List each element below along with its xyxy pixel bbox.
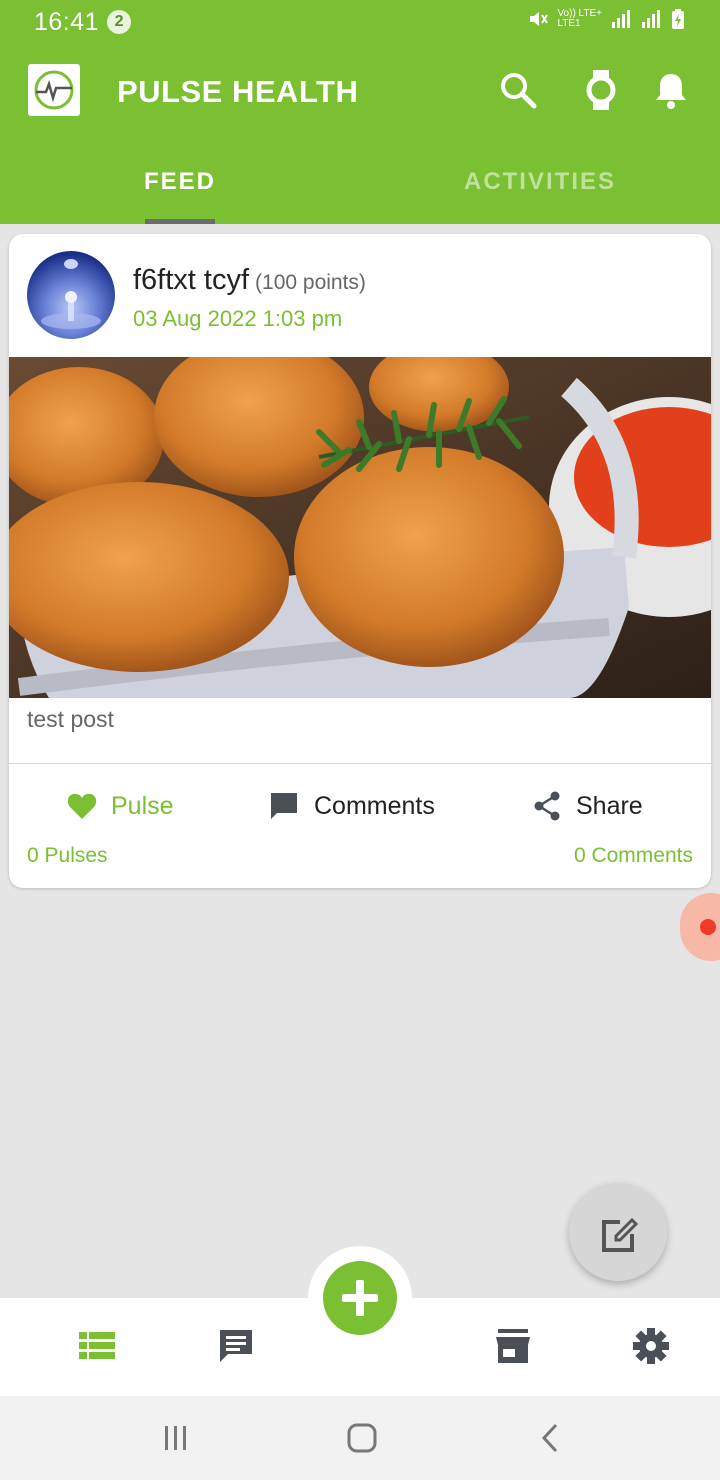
floating-record-button[interactable] [680, 893, 720, 961]
post-image[interactable] [9, 357, 711, 698]
pulses-count[interactable]: 0 Pulses [27, 844, 108, 868]
system-nav-bar [0, 1396, 720, 1480]
comments-count[interactable]: 0 Comments [574, 844, 693, 868]
avatar[interactable] [27, 251, 115, 339]
add-post-button-ring [308, 1246, 412, 1350]
water-drop-image [41, 259, 101, 329]
status-indicators: Vo)) LTE+ LTE1 [527, 8, 686, 30]
bell-icon [656, 74, 686, 109]
watch-icon [586, 70, 616, 110]
search-button[interactable] [496, 68, 540, 112]
notifications-button[interactable] [649, 68, 693, 112]
comments-button[interactable]: Comments [268, 786, 435, 826]
status-bar: 16:41 2 Vo)) LTE+ LTE1 [0, 0, 720, 44]
record-dot-icon [700, 919, 716, 935]
nav-feed[interactable] [77, 1326, 117, 1366]
post-author[interactable]: f6ftxt tcyf (100 points) [133, 264, 366, 297]
tab-feed[interactable]: FEED [0, 156, 360, 224]
post-date: 03 Aug 2022 1:03 pm [133, 306, 343, 331]
battery-charging-icon [672, 9, 684, 29]
nav-settings[interactable] [631, 1326, 671, 1366]
tab-activities[interactable]: ACTIVITIES [360, 156, 720, 224]
post-text: test post [27, 706, 114, 732]
add-post-button[interactable] [323, 1261, 397, 1335]
app-logo [28, 64, 80, 116]
add-icon [342, 1280, 378, 1316]
network-label: Vo)) LTE+ LTE1 [557, 8, 602, 29]
home-icon [347, 1423, 377, 1453]
author-points: (100 points) [255, 271, 366, 294]
pulse-logo-icon [34, 70, 74, 110]
share-icon [534, 791, 560, 821]
recent-apps-button[interactable] [160, 1420, 192, 1456]
back-button[interactable] [536, 1420, 564, 1456]
app-bar: PULSE HEALTH FEED ACTIVITIES [0, 44, 720, 224]
chicken-nuggets-photo [9, 357, 711, 698]
pulse-button[interactable]: Pulse [67, 786, 174, 826]
back-icon [541, 1423, 558, 1453]
comments-label: Comments [314, 791, 435, 820]
pulse-label: Pulse [111, 791, 174, 820]
mute-icon [530, 12, 549, 26]
author-name: f6ftxt tcyf [133, 264, 250, 296]
store-icon [496, 1329, 530, 1363]
share-button[interactable]: Share [532, 786, 643, 826]
status-time: 16:41 [34, 7, 100, 36]
card-divider [9, 763, 711, 764]
watch-button[interactable] [579, 68, 623, 112]
post-card: f6ftxt tcyf (100 points) 03 Aug 2022 1:03… [9, 234, 711, 888]
notification-count-badge: 2 [107, 10, 132, 34]
home-button[interactable] [344, 1420, 380, 1456]
settings-icon [633, 1328, 669, 1364]
signal-roaming-icon [642, 10, 660, 28]
comment-icon [271, 793, 297, 819]
share-label: Share [576, 791, 643, 820]
nav-chat[interactable] [216, 1326, 256, 1366]
app-title: PULSE HEALTH [117, 74, 359, 109]
heart-icon [67, 793, 97, 819]
feed-list-icon [79, 1332, 115, 1359]
active-tab-indicator [145, 219, 215, 224]
nav-store[interactable] [493, 1326, 533, 1366]
recent-apps-icon [165, 1426, 186, 1450]
signal-icon [612, 10, 630, 28]
edit-icon [602, 1217, 639, 1252]
edit-post-button[interactable] [569, 1183, 667, 1281]
chat-icon [220, 1330, 252, 1362]
search-icon [501, 73, 537, 109]
